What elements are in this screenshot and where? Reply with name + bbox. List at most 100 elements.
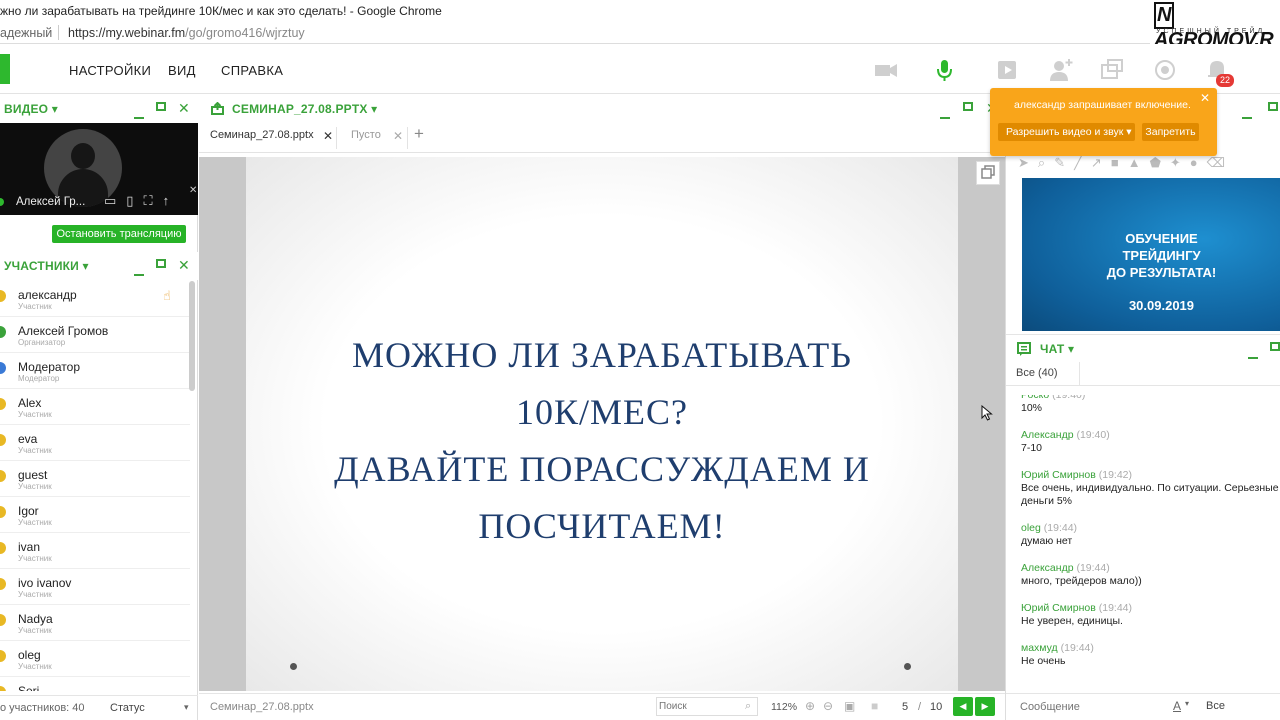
video-panel-title[interactable]: ВИДЕО ▾ xyxy=(4,102,58,116)
participant-row[interactable]: ivan Участник xyxy=(0,533,190,569)
pin-icon[interactable]: ↑ xyxy=(163,193,180,208)
chat-author[interactable]: Юрий Смирнов xyxy=(1021,469,1096,481)
allow-video-audio-button[interactable]: Разрешить видео и звук ▾ xyxy=(998,123,1135,141)
minimize-icon[interactable] xyxy=(940,108,950,122)
microphone-icon[interactable] xyxy=(931,57,957,83)
chat-recipient-select[interactable]: Все xyxy=(1206,700,1225,712)
maximize-icon[interactable] xyxy=(963,100,973,114)
search-icon[interactable]: ⌕ xyxy=(745,700,751,713)
chat-author[interactable]: махмуд xyxy=(1021,642,1058,654)
minimize-icon[interactable] xyxy=(134,108,144,122)
zoom-out-icon[interactable]: ⊖ xyxy=(823,699,833,713)
add-tab-icon[interactable]: + xyxy=(414,124,424,144)
record-icon[interactable] xyxy=(1152,57,1178,83)
triangle-icon[interactable]: ▲ xyxy=(1128,155,1150,170)
chevron-down-icon[interactable]: ▾ xyxy=(184,702,189,713)
slide-search[interactable]: ⌕ xyxy=(656,697,758,716)
tab-empty[interactable]: Пусто xyxy=(351,129,381,141)
pentagon-icon[interactable]: ⬟ xyxy=(1150,155,1170,170)
play-video-icon[interactable] xyxy=(995,57,1021,83)
participant-row[interactable]: Модератор Модератор xyxy=(0,353,190,389)
tab-close-icon[interactable]: ✕ xyxy=(323,129,333,143)
chat-author[interactable]: Александр xyxy=(1021,562,1074,574)
magnifier-icon[interactable]: ⌕ xyxy=(1038,155,1054,170)
participant-row[interactable]: eva Участник xyxy=(0,425,190,461)
presentation-title[interactable]: СЕМИНАР_27.08.PPTX ▾ xyxy=(232,102,377,116)
rectangle-icon[interactable]: ■ xyxy=(1111,155,1128,170)
close-icon[interactable]: ✕ xyxy=(178,100,190,117)
participant-row[interactable]: Igor Участник xyxy=(0,497,190,533)
participant-role: Участник xyxy=(18,626,52,635)
participant-row[interactable]: Seri xyxy=(0,677,190,691)
tab-presentation[interactable]: Семинар_27.08.pptx xyxy=(210,129,314,141)
next-slide-button[interactable]: ▶ xyxy=(975,697,995,716)
chat-author[interactable]: Юрий Смирнов xyxy=(1021,602,1096,614)
minimize-icon[interactable] xyxy=(1248,348,1258,362)
chat-author[interactable]: Александр xyxy=(1021,429,1074,441)
presentation-footer: Семинар_27.08.pptx ⌕ 112% ⊕ ⊖ ▣ ■ 5 / 10… xyxy=(199,693,1005,720)
chat-text: Все очень, индивидуально. По ситуации. С… xyxy=(1021,482,1279,507)
chevron-down-icon[interactable]: ▾ xyxy=(1185,699,1189,708)
page-current[interactable]: 5 xyxy=(902,701,908,713)
maximize-icon[interactable] xyxy=(1268,100,1278,114)
mic-small-icon[interactable]: ▯ xyxy=(126,193,143,208)
chat-filter-all[interactable]: Все (40) xyxy=(1016,367,1058,379)
participant-row[interactable]: александр Участник xyxy=(0,281,190,317)
camera-small-icon[interactable]: ▭ xyxy=(104,193,126,208)
participants-scrollbar[interactable] xyxy=(189,281,195,391)
fit-page-icon[interactable]: ▣ xyxy=(844,699,855,713)
pencil-icon[interactable]: ✎ xyxy=(1054,155,1074,170)
video-close-icon[interactable]: ✕ xyxy=(189,185,197,196)
pointer-icon[interactable]: ➤ xyxy=(1018,155,1038,170)
participant-row[interactable]: ivo ivanov Участник xyxy=(0,569,190,605)
close-icon[interactable]: ✕ xyxy=(178,257,190,274)
page-separator: / xyxy=(918,701,922,713)
deny-button[interactable]: Запретить xyxy=(1142,123,1199,141)
line-icon[interactable]: ╱ xyxy=(1074,155,1091,170)
close-icon[interactable]: ✕ xyxy=(1200,91,1210,105)
stop-broadcast-button[interactable]: Остановить трансляцию xyxy=(52,225,186,243)
star-icon[interactable]: ✦ xyxy=(1170,155,1190,170)
fullscreen-icon[interactable]: ■ xyxy=(871,699,878,713)
menu-view[interactable]: ВИД xyxy=(168,63,196,78)
participants-panel-title[interactable]: УЧАСТНИКИ ▾ xyxy=(4,259,89,273)
text-format-icon[interactable]: A xyxy=(1173,699,1181,713)
status-filter[interactable]: Статус xyxy=(110,702,145,714)
menu-help[interactable]: СПРАВКА xyxy=(221,63,283,78)
slide-thumbnails-toggle[interactable] xyxy=(976,161,1000,185)
prev-slide-button[interactable]: ◀ xyxy=(953,697,973,716)
screen-share-icon[interactable] xyxy=(1099,57,1125,83)
participant-row[interactable]: Алексей Громов Организатор xyxy=(0,317,190,353)
camera-icon[interactable] xyxy=(873,57,899,83)
upload-icon[interactable] xyxy=(211,102,224,115)
eraser-icon[interactable]: ⌫ xyxy=(1207,155,1234,170)
arrow-icon[interactable]: ↗ xyxy=(1091,155,1111,170)
maximize-icon[interactable] xyxy=(1270,340,1280,354)
participant-role: Участник xyxy=(18,302,52,311)
menu-settings[interactable]: НАСТРОЙКИ xyxy=(69,63,151,78)
zoom-in-icon[interactable]: ⊕ xyxy=(805,699,815,713)
security-indicator[interactable]: адежный xyxy=(0,26,52,40)
slide-search-input[interactable] xyxy=(659,699,739,714)
address-bar[interactable]: адежный https://my.webinar.fm/go/gromo41… xyxy=(0,22,1150,44)
app-logo-tab[interactable] xyxy=(0,54,10,84)
maximize-icon[interactable] xyxy=(156,257,166,271)
add-user-icon[interactable] xyxy=(1048,57,1074,83)
chat-title[interactable]: ЧАТ ▾ xyxy=(1040,342,1074,356)
participants-panel-header: УЧАСТНИКИ ▾ ✕ xyxy=(0,252,198,280)
participant-row[interactable]: Alex Участник xyxy=(0,389,190,425)
chat-message-input[interactable] xyxy=(1020,699,1160,715)
circle-icon[interactable]: ● xyxy=(1190,155,1207,170)
maximize-icon[interactable] xyxy=(156,100,166,114)
chat-author[interactable]: oleg xyxy=(1021,522,1041,534)
minimize-icon[interactable] xyxy=(1242,108,1252,122)
participant-row[interactable]: guest Участник xyxy=(0,461,190,497)
participant-row[interactable]: Nadya Участник xyxy=(0,605,190,641)
fullscreen-icon[interactable]: ⛶ xyxy=(143,193,162,208)
url-text[interactable]: https://my.webinar.fm/go/gromo416/wjrztu… xyxy=(68,26,305,40)
video-stream[interactable]: Алексей Гр... ▭▯⛶↑ ✕ xyxy=(0,123,198,215)
participant-row[interactable]: oleg Участник xyxy=(0,641,190,677)
tab-close-icon[interactable]: ✕ xyxy=(393,129,403,143)
minimize-icon[interactable] xyxy=(134,265,144,279)
chat-author[interactable]: Роско xyxy=(1021,395,1049,401)
